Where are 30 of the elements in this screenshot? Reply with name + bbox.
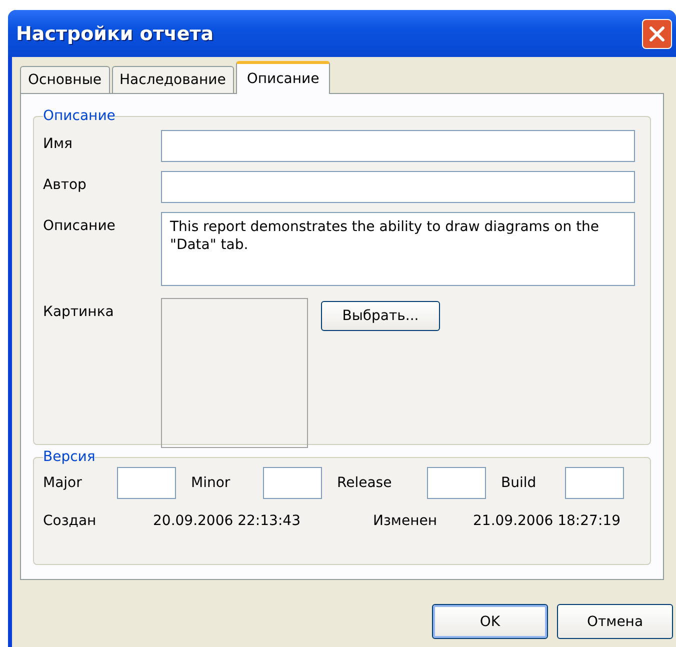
input-field[interactable]: [565, 467, 624, 499]
field-label: Автор: [43, 176, 88, 195]
dialog-button[interactable]: Отмена: [557, 604, 673, 639]
tab[interactable]: Наследование: [112, 66, 234, 93]
window-title: Настройки отчета: [16, 22, 214, 44]
input-field[interactable]: [117, 467, 176, 499]
choose-button[interactable]: Выбрать...: [321, 301, 440, 331]
close-button[interactable]: [642, 18, 672, 48]
field-label: Build: [501, 475, 538, 491]
tab[interactable]: Описание: [236, 61, 330, 94]
field-label: Minor: [191, 475, 232, 491]
dialog-button[interactable]: OK: [432, 604, 548, 639]
close-icon: [648, 24, 666, 42]
created-date: 20.09.2006 22:13:43: [153, 513, 302, 529]
field-label: Release: [337, 475, 393, 491]
tab[interactable]: Основные: [20, 66, 110, 93]
group-title: Версия: [43, 449, 96, 465]
input-field[interactable]: [427, 467, 486, 499]
modified-date: 21.09.2006 18:27:19: [473, 513, 620, 529]
input-field[interactable]: [263, 467, 322, 499]
group-title: Описание: [43, 108, 116, 124]
text-area[interactable]: This report demonstrates the ability to draw diagrams on the "Data" tab.: [161, 212, 635, 286]
modified-label: Изменен: [373, 513, 438, 529]
input-field[interactable]: [161, 130, 635, 162]
field-label: Картинка: [43, 303, 115, 322]
created-label: Создан: [43, 513, 98, 529]
field-label: Описание: [43, 217, 116, 236]
input-field[interactable]: [161, 171, 635, 203]
field-label: Имя: [43, 135, 74, 154]
field-label: Major: [43, 475, 83, 491]
